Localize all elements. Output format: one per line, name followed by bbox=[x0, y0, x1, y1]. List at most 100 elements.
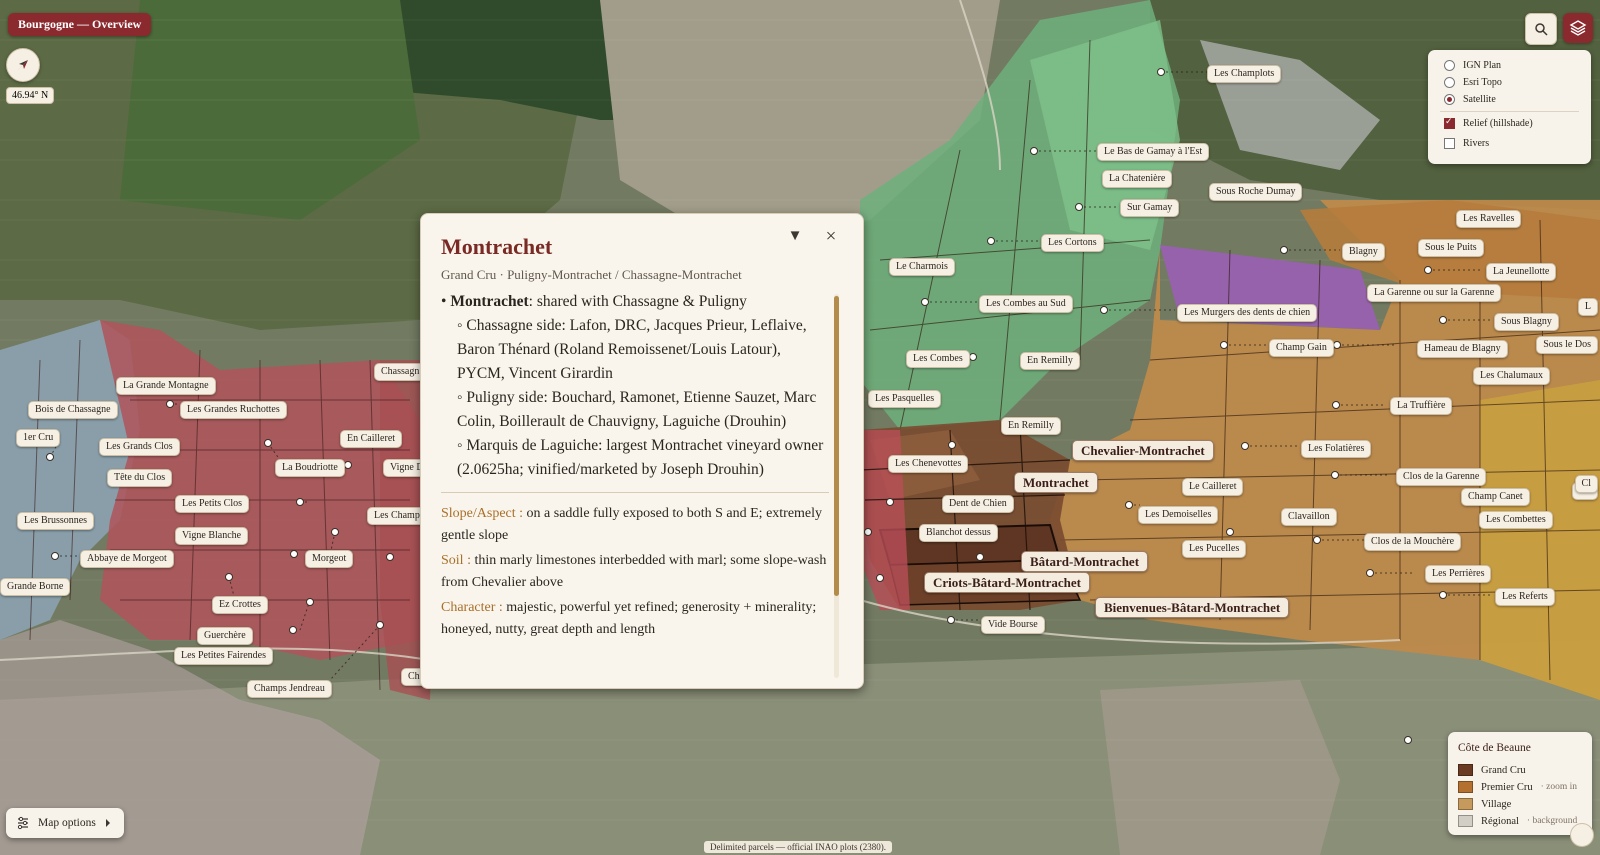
base-layer-satellite[interactable]: Satellite bbox=[1444, 94, 1496, 105]
climat-label[interactable]: En Cailleret bbox=[340, 430, 403, 448]
grand-cru-label[interactable]: Criots-Bâtard-Montrachet bbox=[924, 572, 1091, 593]
base-layer-esri[interactable]: Esri Topo bbox=[1444, 77, 1502, 88]
climat-label[interactable]: Grande Borne bbox=[0, 578, 71, 596]
climat-label[interactable]: Les Champ bbox=[367, 507, 427, 525]
radio-satellite[interactable] bbox=[1444, 94, 1455, 105]
climat-label[interactable]: La Garenne ou sur la Garenne bbox=[1367, 284, 1502, 302]
grand-cru-label[interactable]: Bienvenues-Bâtard-Montrachet bbox=[1095, 597, 1290, 618]
climat-label[interactable]: La Boudriotte bbox=[275, 459, 345, 477]
climat-label[interactable]: Les Grands Clos bbox=[99, 438, 180, 456]
bullet-name: Montrachet bbox=[450, 293, 529, 310]
climat-label[interactable]: Chassagn bbox=[374, 363, 427, 381]
meursault-yellow-zone bbox=[1480, 380, 1600, 700]
climat-label[interactable]: Le Cailleret bbox=[1182, 478, 1244, 496]
overlay-rivers[interactable]: Rivers bbox=[1444, 138, 1489, 149]
base-layer-label: Satellite bbox=[1463, 94, 1496, 105]
climat-label[interactable]: Champs Jendreau bbox=[247, 680, 332, 698]
climat-label[interactable]: Les Cortons bbox=[1041, 234, 1104, 252]
climat-label[interactable]: Blanchot dessus bbox=[919, 524, 998, 542]
climat-label[interactable]: Les Combettes bbox=[1479, 511, 1553, 529]
climat-label[interactable]: Les Champlots bbox=[1207, 65, 1282, 83]
climat-label[interactable]: Guerchère bbox=[197, 627, 253, 645]
climat-label[interactable]: Les Murgers des dents de chien bbox=[1177, 304, 1318, 322]
compass-arrow-icon bbox=[18, 60, 28, 70]
grand-cru-label[interactable]: Chevalier-Montrachet bbox=[1072, 440, 1214, 461]
climat-label[interactable]: Les Pucelles bbox=[1182, 540, 1247, 558]
climat-label[interactable]: Hameau de Blagny bbox=[1417, 340, 1508, 358]
climat-label[interactable]: Sous Roche Dumay bbox=[1209, 183, 1303, 201]
climat-label[interactable]: Champ Gain bbox=[1269, 339, 1334, 357]
climat-label[interactable]: Ez Crottes bbox=[212, 596, 268, 614]
climat-label[interactable]: L bbox=[1577, 298, 1598, 316]
climat-label[interactable]: Sous le Dos bbox=[1536, 336, 1598, 354]
climat-label[interactable]: Clavaillon bbox=[1281, 508, 1337, 526]
grand-cru-label[interactable]: Bâtard-Montrachet bbox=[1021, 551, 1149, 572]
climat-label[interactable]: Les Chalumaux bbox=[1473, 367, 1551, 385]
climat-label[interactable]: Bois de Chassagne bbox=[28, 401, 118, 419]
climat-label[interactable]: Les Perrières bbox=[1425, 565, 1492, 583]
climat-label[interactable]: Blagny bbox=[1342, 243, 1385, 261]
overlay-label: Relief (hillshade) bbox=[1463, 118, 1533, 129]
legend-item-regional: Régional · background bbox=[1458, 815, 1577, 827]
corner-control[interactable] bbox=[1570, 823, 1594, 847]
climat-label[interactable]: En Remilly bbox=[1001, 417, 1061, 435]
climat-label[interactable]: Morgeot bbox=[305, 550, 354, 568]
map-options-button[interactable]: Map options bbox=[6, 808, 124, 838]
layers-button[interactable] bbox=[1563, 13, 1593, 43]
climat-label[interactable]: Les Referts bbox=[1495, 588, 1555, 606]
base-layer-ign[interactable]: IGN Plan bbox=[1444, 60, 1501, 71]
climat-label[interactable]: En Remilly bbox=[1020, 352, 1080, 370]
climat-label[interactable]: Vide Bourse bbox=[981, 616, 1045, 634]
climat-label[interactable]: 1er Cru bbox=[16, 429, 61, 447]
legend: Côte de Beaune Grand Cru Premier Cru · zo… bbox=[1448, 732, 1592, 835]
climat-label[interactable]: La Jeunellotte bbox=[1486, 263, 1557, 281]
search-button[interactable] bbox=[1525, 13, 1557, 45]
legend-label: Premier Cru bbox=[1481, 781, 1533, 793]
climat-label[interactable]: Cl bbox=[1574, 475, 1598, 493]
compass-button[interactable] bbox=[6, 48, 40, 82]
climat-label[interactable]: Les Demoiselles bbox=[1138, 506, 1219, 524]
fact-character: Character : majestic, powerful yet refin… bbox=[441, 597, 829, 641]
triangle-down-icon[interactable]: ▼ bbox=[785, 228, 805, 248]
climat-label[interactable]: Tête du Clos bbox=[107, 469, 173, 487]
climat-label[interactable]: Les Pasquelles bbox=[868, 390, 942, 408]
climat-label[interactable]: Les Grandes Ruchottes bbox=[180, 401, 287, 419]
climat-label[interactable]: Le Bas de Gamay à l'Est bbox=[1097, 143, 1210, 161]
climat-label[interactable]: Vigne Blanche bbox=[175, 527, 249, 545]
checkbox-relief[interactable] bbox=[1444, 116, 1455, 129]
sub-item: ◦ Marquis de Laguiche: largest Montrache… bbox=[457, 437, 824, 478]
climat-label[interactable]: Abbaye de Morgeot bbox=[80, 550, 174, 568]
overlay-relief[interactable]: Relief (hillshade) bbox=[1444, 116, 1533, 129]
climat-label[interactable]: Champ Canet bbox=[1461, 488, 1530, 506]
climat-label[interactable]: Clos de la Mouchère bbox=[1364, 533, 1462, 551]
attribution: Delimited parcels — official INAO plots … bbox=[704, 841, 893, 853]
close-icon[interactable]: × bbox=[821, 226, 841, 248]
climat-label[interactable]: Le Charmois bbox=[889, 258, 955, 276]
climat-label[interactable]: Sous Blagny bbox=[1494, 313, 1559, 331]
climat-label[interactable]: Les Petits Clos bbox=[175, 495, 250, 513]
climat-label[interactable]: Clos de la Garenne bbox=[1396, 468, 1487, 486]
climat-label[interactable]: Les Brussonnes bbox=[17, 512, 95, 530]
climat-label[interactable]: Les Ravelles bbox=[1456, 210, 1522, 228]
grand-cru-label[interactable]: Montrachet bbox=[1014, 472, 1098, 493]
fact-key: Character : bbox=[441, 600, 503, 615]
climat-label[interactable]: Les Petites Fairendes bbox=[174, 647, 273, 665]
checkbox-rivers[interactable] bbox=[1444, 138, 1455, 149]
climat-label[interactable]: Les Combes bbox=[906, 350, 970, 368]
radio-ign[interactable] bbox=[1444, 60, 1455, 71]
climat-label[interactable]: La Truffière bbox=[1390, 397, 1453, 415]
popup-scroll-thumb[interactable] bbox=[834, 296, 839, 596]
legend-label: Grand Cru bbox=[1481, 764, 1526, 776]
climat-label[interactable]: La Chatenière bbox=[1102, 170, 1173, 188]
climat-label[interactable]: Les Combes au Sud bbox=[979, 295, 1073, 313]
climat-label[interactable]: Les Folatières bbox=[1301, 440, 1372, 458]
radio-esri[interactable] bbox=[1444, 77, 1455, 88]
climat-label[interactable]: Sous le Puits bbox=[1418, 239, 1484, 257]
map-options-label: Map options bbox=[38, 817, 96, 829]
climat-label[interactable]: Sur Gamay bbox=[1120, 199, 1180, 217]
climat-label[interactable]: Dent de Chien bbox=[942, 495, 1014, 513]
climat-label[interactable]: Les Chenevottes bbox=[888, 455, 969, 473]
climat-label[interactable]: La Grande Montagne bbox=[116, 377, 216, 395]
search-icon bbox=[1535, 23, 1548, 36]
sub-item: ◦ Chassagne side: Lafon, DRC, Jacques Pr… bbox=[457, 317, 807, 382]
